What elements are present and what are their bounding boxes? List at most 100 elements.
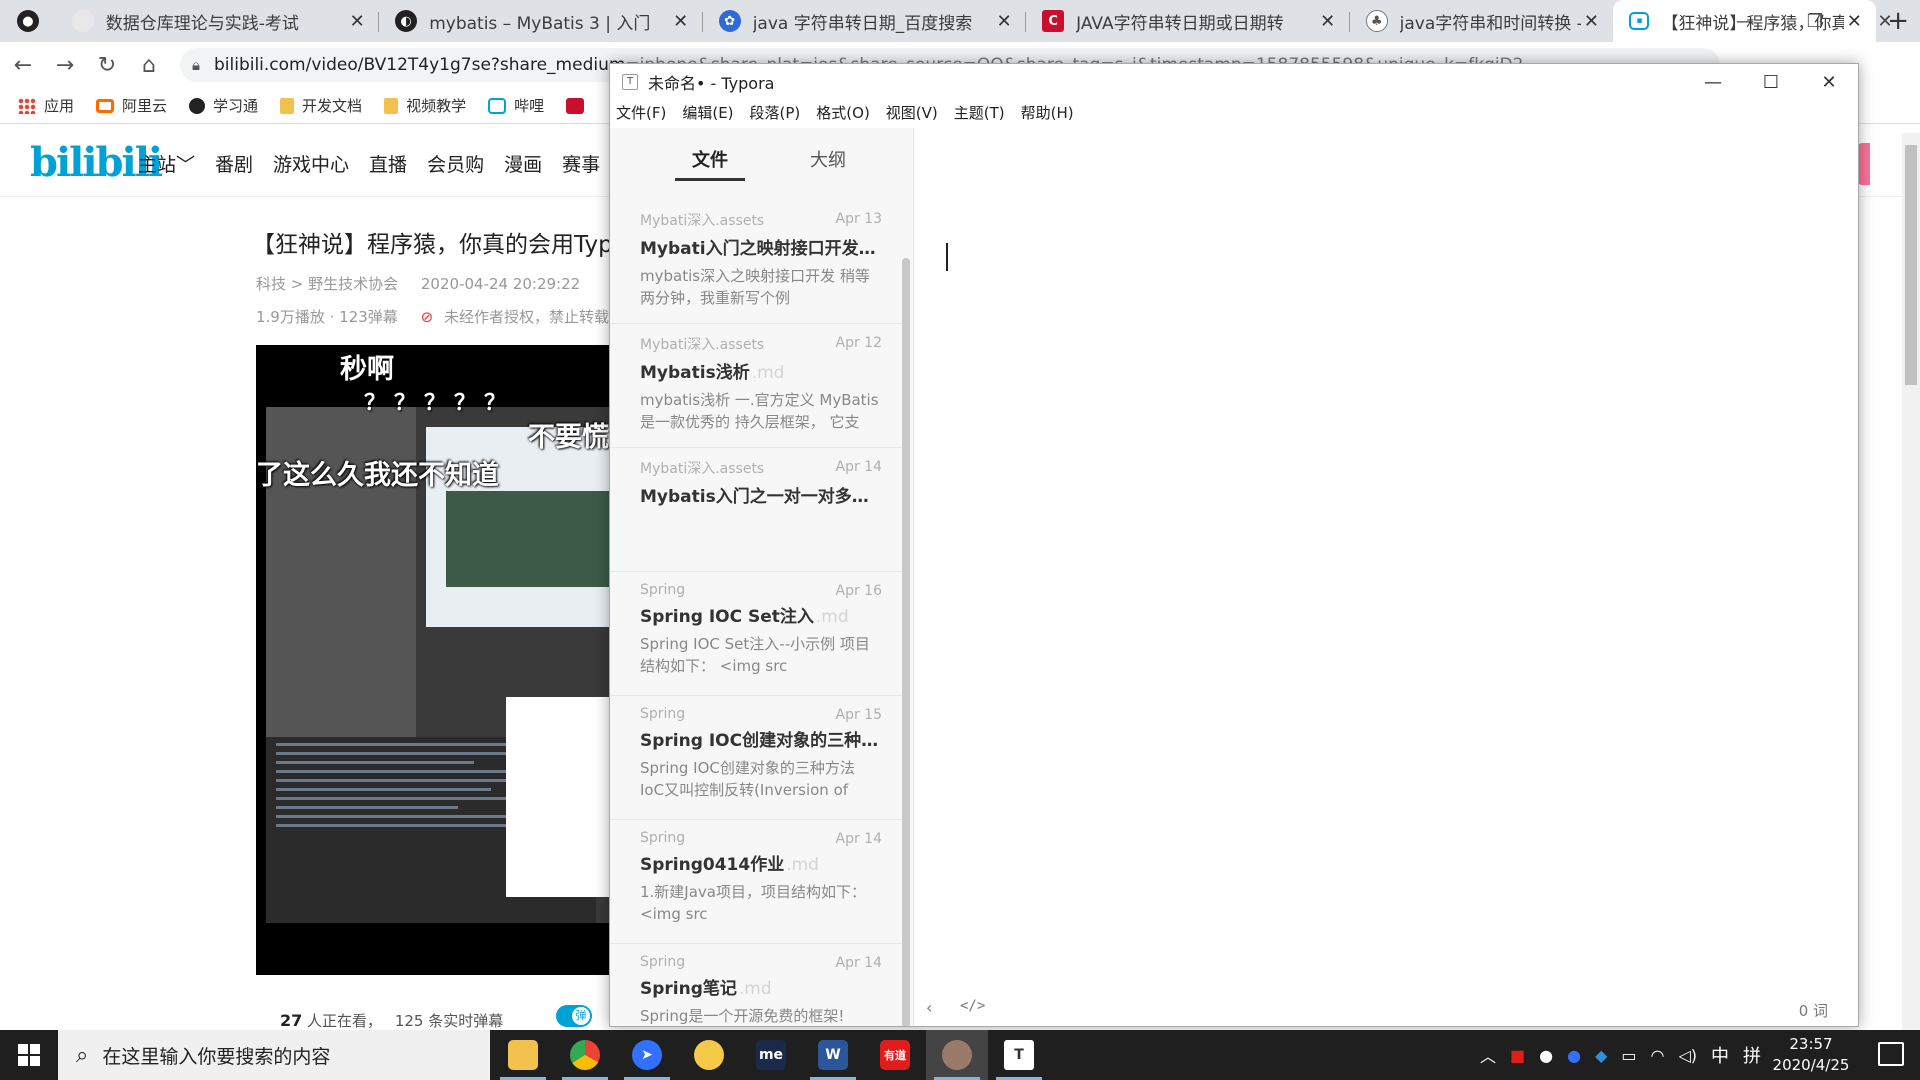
file-date: Apr 14 — [835, 831, 882, 847]
back-icon[interactable]: ← — [4, 46, 42, 84]
tab-files[interactable]: 文件 — [692, 146, 728, 172]
taskbar-app[interactable]: ➤ — [616, 1030, 678, 1080]
start-button[interactable] — [0, 1030, 58, 1080]
editor-area[interactable] — [914, 128, 1858, 1026]
nav-manga[interactable]: 漫画 — [504, 150, 542, 177]
nav-bangumi[interactable]: 番剧 — [215, 150, 253, 177]
source-code-mode-icon[interactable]: </> — [960, 998, 985, 1014]
shield-icon[interactable]: ◆ — [1595, 1046, 1607, 1065]
bookmark-bilibili[interactable]: 哔哩 — [488, 95, 544, 116]
chevron-up-icon[interactable]: ︿ — [1480, 1043, 1496, 1067]
system-tray: ︿ ■ ● ● ◆ ▭ ◠ ◁) 中 拼 — [1480, 1030, 1775, 1080]
close-icon[interactable]: ✕ — [347, 11, 367, 32]
video-category[interactable]: 科技 > 野生技术协会 — [256, 275, 398, 293]
page-scrollbar[interactable] — [1902, 133, 1920, 1030]
lock-icon[interactable]: 🔒︎ — [192, 56, 200, 74]
browser-tab[interactable]: 数据仓库理论与实践-考试 ✕ — [56, 0, 380, 42]
forward-icon[interactable]: → — [46, 46, 84, 84]
upload-button[interactable] — [1858, 143, 1870, 185]
sidebar-scrollbar[interactable] — [902, 258, 910, 1026]
taskbar-app[interactable] — [678, 1030, 740, 1080]
bookmark-apps[interactable]: 应用 — [18, 95, 74, 116]
file-list-item[interactable]: Spring Apr 14 Spring笔记 .md Spring是一个开源免费的… — [610, 944, 902, 1026]
menu-paragraph[interactable]: 段落(P) — [750, 102, 801, 123]
file-list-item[interactable]: Spring Apr 14 Spring0414作业 .md 1.新建Java项目… — [610, 820, 902, 944]
scrollbar-thumb[interactable] — [1905, 145, 1917, 385]
minimize-button[interactable]: — — [1684, 64, 1742, 100]
browser-tab[interactable]: ◐ mybatis – MyBatis 3 | 入门 ✕ — [379, 0, 703, 42]
browser-tab[interactable]: ♣ java字符串和时间转换 - Sh ✕ — [1350, 0, 1614, 42]
close-icon[interactable]: ✕ — [1318, 11, 1338, 32]
battery-icon[interactable]: ▭ — [1621, 1046, 1636, 1065]
close-icon[interactable]: ✕ — [671, 11, 691, 32]
menu-file[interactable]: 文件(F) — [616, 102, 666, 123]
reload-icon[interactable]: ↻ — [88, 46, 126, 84]
menu-help[interactable]: 帮助(H) — [1021, 102, 1074, 123]
word-count[interactable]: 0 词 — [1799, 1000, 1828, 1021]
nav-match[interactable]: 赛事 — [562, 150, 600, 177]
nav-game[interactable]: 游戏中心 — [273, 150, 349, 177]
toggle-sidebar-icon[interactable]: ‹ — [926, 998, 932, 1017]
taskbar-app[interactable]: T — [988, 1030, 1050, 1080]
browser-tab[interactable]: C JAVA字符串转日期或日期转 ✕ — [1026, 0, 1350, 42]
bookmark-aliyun[interactable]: 阿里云 — [96, 95, 167, 116]
video-player[interactable]: 秒啊 ？？？？？ 不要慌 了这么久我还不知道 — [256, 345, 616, 975]
qq-tray-icon[interactable]: ● — [1539, 1046, 1553, 1065]
nav-mall[interactable]: 会员购 — [427, 150, 484, 177]
tab-title: 数据仓库理论与实践-考试 — [105, 13, 299, 34]
bookmark-label: 开发文档 — [302, 97, 363, 115]
app-tray-icon[interactable]: ■ — [1510, 1046, 1525, 1065]
taskbar-app[interactable] — [492, 1030, 554, 1080]
taskbar-app[interactable] — [554, 1030, 616, 1080]
close-window-button[interactable]: ✕ — [1850, 0, 1920, 42]
volume-icon[interactable]: ◁) — [1678, 1046, 1697, 1065]
ime-mode[interactable]: 拼 — [1743, 1042, 1761, 1068]
bookmark-xuexitong[interactable]: 学习通 — [189, 95, 258, 116]
close-icon[interactable]: ✕ — [994, 11, 1014, 32]
menu-view[interactable]: 视图(V) — [886, 102, 938, 123]
home-icon[interactable]: ⌂ — [130, 46, 168, 84]
close-window-button[interactable]: ✕ — [1800, 64, 1858, 100]
file-list-item[interactable]: Spring Apr 16 Spring IOC Set注入 .md Spring… — [610, 572, 902, 696]
clock-time: 23:57 — [1789, 1035, 1833, 1053]
menu-theme[interactable]: 主题(T) — [954, 102, 1005, 123]
typora-icon: T — [622, 74, 638, 90]
menu-format[interactable]: 格式(O) — [816, 102, 870, 123]
wifi-icon[interactable]: ◠ — [1651, 1046, 1665, 1065]
bookmark-folder-docs[interactable]: 开发文档 — [280, 95, 362, 116]
taskbar-search[interactable]: ⌕ 在这里输入你要搜索的内容 — [58, 1030, 490, 1080]
file-list-item[interactable]: Mybati深入.assets Apr 12 Mybatis浅析 .md myba… — [610, 324, 902, 448]
file-date: Apr 12 — [835, 335, 882, 351]
clock[interactable]: 23:57 2020/4/25 — [1766, 1034, 1856, 1076]
maximize-button[interactable]: ☐ — [1742, 64, 1800, 100]
bookmark-folder-videos[interactable]: 视频教学 — [384, 95, 466, 116]
file-ext: .md — [738, 979, 772, 999]
taskbar-app[interactable]: me — [740, 1030, 802, 1080]
browser-tab[interactable]: ✿ java 字符串转日期_百度搜索 ✕ — [703, 0, 1027, 42]
qq-icon — [694, 1040, 724, 1070]
taskbar-app[interactable]: 有道 — [864, 1030, 926, 1080]
minimize-button[interactable]: — — [1710, 0, 1780, 42]
feishu-tray-icon[interactable]: ● — [1567, 1046, 1581, 1065]
close-icon[interactable]: ✕ — [1581, 11, 1601, 32]
danmu-toggle[interactable] — [556, 1005, 592, 1027]
file-name: Mybati入门之映射接口开发.md — [640, 234, 882, 259]
bookmark-label: 学习通 — [213, 97, 259, 115]
file-list-item[interactable]: Spring Apr 15 Spring IOC创建对象的三种方... Spri… — [610, 696, 902, 820]
globe-icon — [189, 97, 206, 114]
taskbar-app[interactable] — [926, 1030, 988, 1080]
menu-edit[interactable]: 编辑(E) — [682, 102, 733, 123]
nav-main[interactable]: 主站﹀ — [138, 150, 195, 177]
bookmark-csdn[interactable] — [566, 97, 592, 114]
tab-outline[interactable]: 大纲 — [810, 146, 846, 172]
notification-icon[interactable] — [1878, 1042, 1904, 1066]
tab-pinned[interactable]: ● — [0, 0, 56, 42]
restore-button[interactable]: ❐ — [1780, 0, 1850, 42]
bookmark-label: 哔哩 — [514, 97, 545, 115]
file-list-item[interactable]: Mybati深入.assets Apr 14 Mybatis入门之一对一对多操.… — [610, 448, 902, 572]
play-count: 1.9万播放 · 123弹幕 — [256, 308, 398, 326]
file-list-item[interactable]: Mybati深入.assets Apr 13 Mybati入门之映射接口开发 .m… — [610, 200, 902, 324]
ime-language[interactable]: 中 — [1711, 1042, 1729, 1068]
nav-live[interactable]: 直播 — [369, 150, 407, 177]
taskbar-app[interactable]: W — [802, 1030, 864, 1080]
